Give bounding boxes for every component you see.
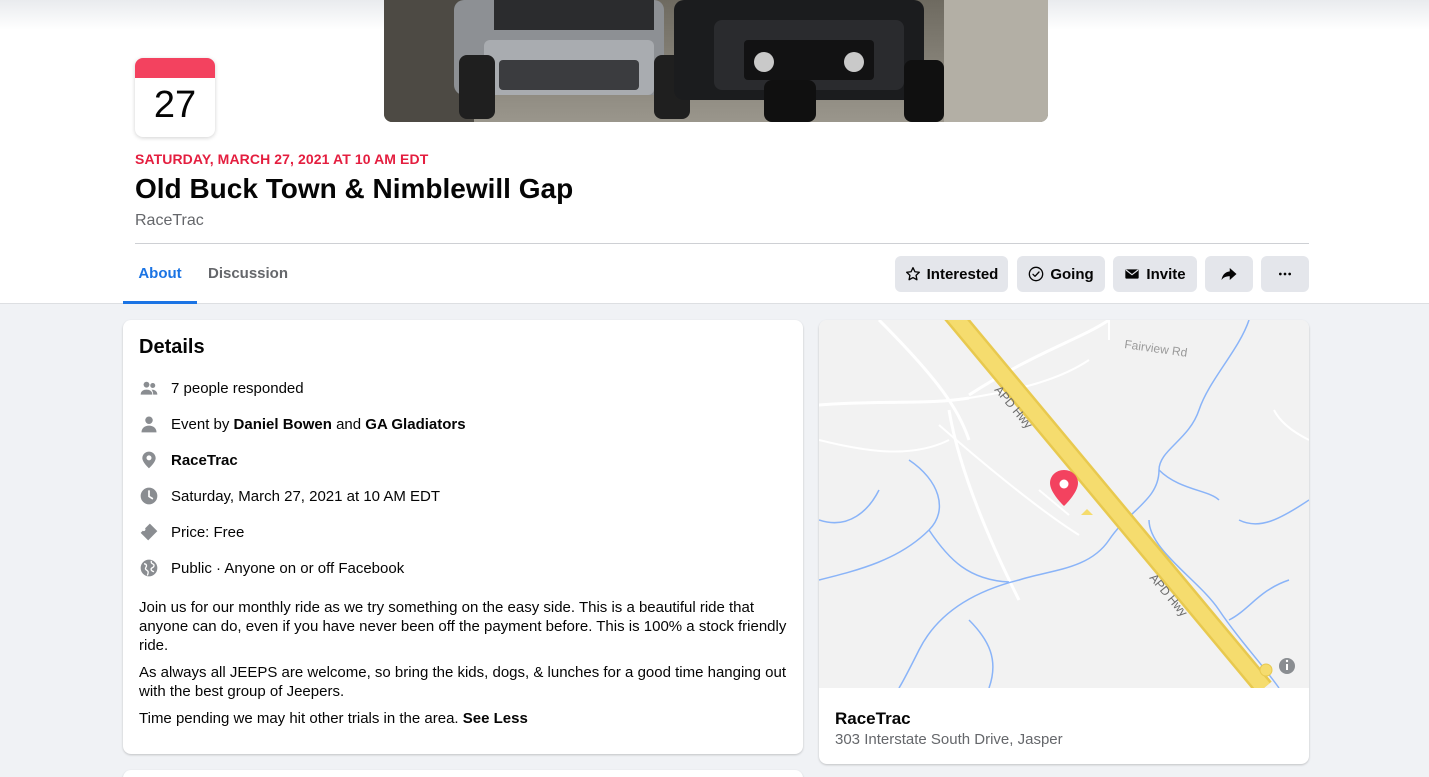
location-pin-icon: [139, 450, 159, 470]
clock-icon: [139, 486, 159, 506]
datetime-row: Saturday, March 27, 2021 at 10 AM EDT: [139, 484, 440, 508]
calendar-badge-header: [135, 58, 215, 78]
tab-discussion[interactable]: Discussion: [205, 256, 291, 304]
privacy-text: Public · Anyone on or off Facebook: [171, 559, 405, 577]
description-paragraph-3: Time pending we may hit other trials in …: [139, 709, 787, 728]
ticket-icon: [139, 522, 159, 542]
interested-label: Interested: [926, 265, 999, 283]
next-card: [123, 770, 803, 777]
calendar-badge: 27: [135, 58, 215, 137]
envelope-icon: [1125, 269, 1140, 279]
responded-text: 7 people responded: [171, 379, 304, 397]
event-by-row: Event by Daniel Bowen and GA Gladiators: [139, 412, 466, 436]
map-card[interactable]: Fairview Rd APD Hwy APD Hwy RaceTrac 303…: [819, 320, 1309, 764]
location-map[interactable]: Fairview Rd APD Hwy APD Hwy: [819, 320, 1309, 695]
calendar-day: 27: [153, 84, 197, 126]
star-icon: [905, 267, 920, 281]
event-location-link[interactable]: RaceTrac: [135, 212, 204, 230]
share-arrow-icon: [1221, 268, 1237, 280]
check-circle-icon: [1028, 266, 1044, 282]
more-options-button[interactable]: [1261, 256, 1309, 292]
and-text: and: [336, 415, 362, 433]
interested-button[interactable]: Interested: [895, 256, 1008, 292]
place-row: RaceTrac: [139, 448, 238, 472]
price-text: Price: Free: [171, 523, 245, 541]
cover-photo[interactable]: [384, 0, 1048, 122]
more-dots-icon: [1279, 272, 1291, 276]
details-card: Details 7 people responded Event by Dani…: [123, 320, 803, 754]
host-link-ga-gladiators[interactable]: GA Gladiators: [365, 416, 465, 433]
details-heading: Details: [139, 336, 205, 358]
map-address: 303 Interstate South Drive, Jasper: [835, 731, 1063, 748]
globe-icon: [139, 558, 159, 578]
host-link-daniel-bowen[interactable]: Daniel Bowen: [234, 416, 332, 433]
datetime-text: Saturday, March 27, 2021 at 10 AM EDT: [171, 487, 441, 505]
place-link[interactable]: RaceTrac: [171, 452, 238, 469]
responded-row[interactable]: 7 people responded: [139, 376, 304, 400]
share-button[interactable]: [1205, 256, 1253, 292]
people-icon: [139, 378, 159, 398]
see-less-link[interactable]: See Less: [463, 710, 528, 727]
person-icon: [139, 414, 159, 434]
tab-about[interactable]: About: [123, 256, 197, 304]
description-paragraph-3-text: Time pending we may hit other trials in …: [139, 710, 459, 727]
invite-button[interactable]: Invite: [1113, 256, 1197, 292]
event-by-prefix: Event by: [171, 415, 230, 433]
jeeps-photo-image: [384, 0, 1048, 122]
header-divider: [135, 243, 1309, 244]
map-place-name[interactable]: RaceTrac: [835, 709, 911, 729]
description-paragraph-1: Join us for our monthly ride as we try s…: [139, 599, 787, 654]
privacy-row: Public · Anyone on or off Facebook: [139, 556, 404, 580]
event-date: SATURDAY, MARCH 27, 2021 AT 10 AM EDT: [135, 151, 429, 167]
description-paragraph-2: As always all JEEPS are welcome, so brin…: [139, 664, 787, 700]
invite-label: Invite: [1146, 265, 1186, 283]
going-button[interactable]: Going: [1017, 256, 1105, 292]
map-info-icon[interactable]: [1279, 658, 1295, 674]
event-title: Old Buck Town & Nimblewill Gap: [135, 173, 574, 204]
going-label: Going: [1050, 265, 1094, 283]
price-row: Price: Free: [139, 520, 244, 544]
